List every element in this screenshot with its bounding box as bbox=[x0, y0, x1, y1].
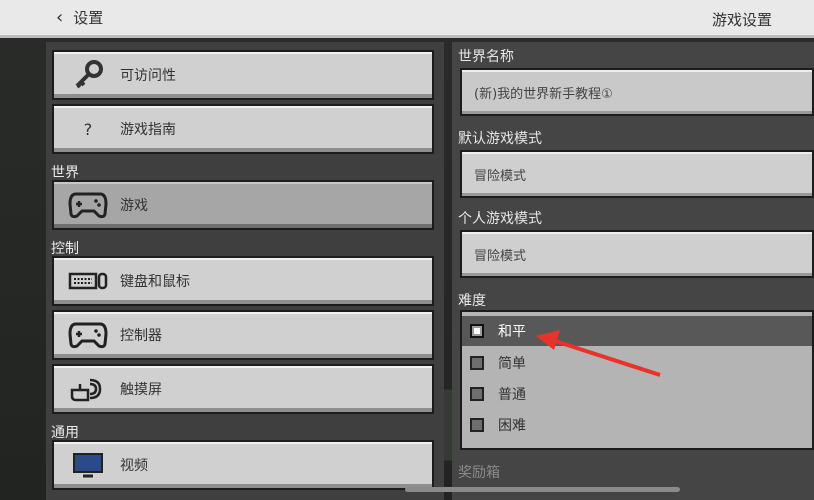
annotation-arrow bbox=[536, 330, 661, 377]
home-indicator[interactable] bbox=[405, 487, 680, 492]
